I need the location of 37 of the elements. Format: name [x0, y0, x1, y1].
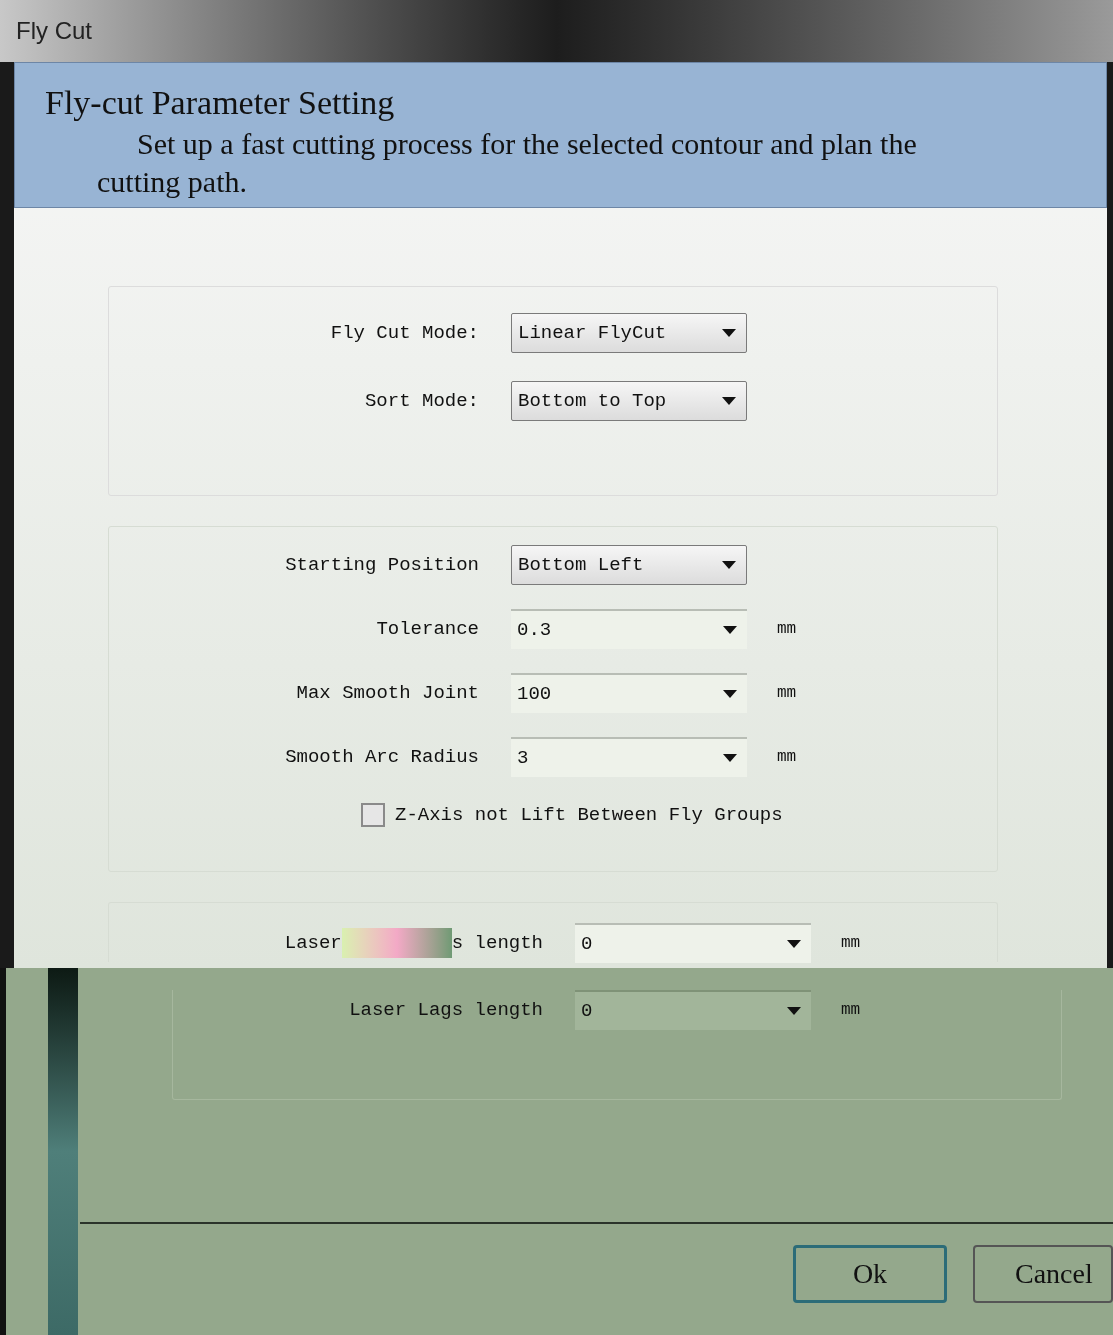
combo-box[interactable]: Bottom to Top [511, 381, 747, 421]
dropdown-arrow-icon [722, 561, 736, 569]
dialog-button[interactable]: Ok [793, 1244, 947, 1303]
dropdown-arrow-icon [787, 1007, 801, 1015]
dropdown-arrow-icon [723, 754, 737, 762]
unit-label: mm [777, 619, 797, 640]
combo-box[interactable]: 100 [511, 673, 747, 713]
window-title: Fly Cut [16, 16, 92, 46]
checkbox[interactable] [361, 803, 385, 828]
field-label: Laser [284, 930, 342, 956]
checkbox-label: Z-Axis not Lift Between Fly Groups [395, 803, 783, 828]
field-label: Fly Cut Mode: [330, 320, 479, 346]
unit-label: mm [841, 933, 861, 954]
field-label: Starting Position [285, 552, 479, 578]
combo-box[interactable]: Linear FlyCut [511, 313, 747, 353]
combo-box[interactable]: 0 [575, 990, 811, 1030]
combo-box[interactable]: 0 [575, 923, 811, 963]
dialog-description: Set up a fast cutting process for the selected contour and plan the cutting path. [97, 126, 918, 200]
field-label: s length [451, 930, 543, 956]
dropdown-arrow-icon [722, 329, 736, 337]
dropdown-arrow-icon [787, 940, 801, 948]
field-label: Tolerance [376, 616, 479, 642]
field-label: Smooth Arc Radius [285, 744, 479, 770]
unit-label: mm [777, 747, 797, 768]
combo-box[interactable]: Bottom Left [511, 545, 747, 585]
unit-label: mm [777, 683, 797, 704]
dropdown-arrow-icon [722, 397, 736, 405]
field-label: Max Smooth Joint [296, 680, 479, 706]
field-label: Laser Lags length [349, 997, 543, 1023]
unit-label: mm [841, 1000, 861, 1021]
dropdown-arrow-icon [723, 690, 737, 698]
combo-box[interactable]: 0.3 [511, 609, 747, 649]
combo-box[interactable]: 3 [511, 737, 747, 777]
dialog-heading: Fly-cut Parameter Setting [45, 83, 396, 123]
field-label: Sort Mode: [364, 388, 479, 414]
dialog-button[interactable]: Cancel [973, 1244, 1113, 1303]
dropdown-arrow-icon [723, 626, 737, 634]
